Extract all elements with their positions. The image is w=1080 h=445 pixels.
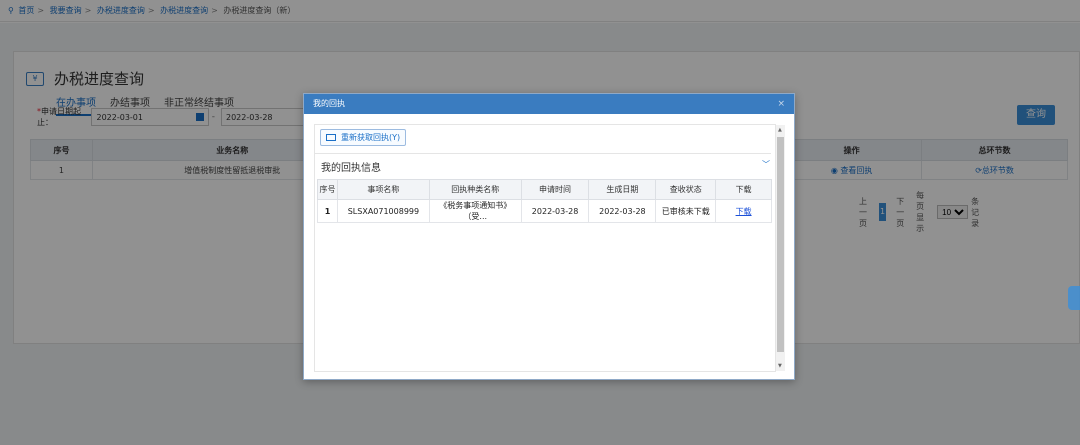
scroll-down-icon[interactable]: ▼ (778, 363, 782, 369)
table-row: 1 SLSXA071008999 《税务事项通知书》（受... 2022-03-… (317, 199, 772, 223)
close-icon[interactable]: × (777, 94, 785, 114)
scroll-thumb[interactable] (777, 137, 784, 352)
mail-icon (326, 134, 336, 141)
receipt-modal: 我的回执 × 重新获取回执(Y) 我的回执信息 ﹀ 序号 事项名称 回执种类名称… (303, 93, 795, 380)
modal-scrollbar[interactable]: ▲ ▼ (776, 125, 785, 371)
refresh-receipt-button[interactable]: 重新获取回执(Y) (320, 129, 407, 146)
receipt-table: 序号 事项名称 回执种类名称 申请时间 生成日期 查收状态 下载 1 SLSXA… (317, 179, 772, 223)
scroll-up-icon[interactable]: ▲ (778, 127, 782, 133)
chevron-down-icon[interactable]: ﹀ (762, 159, 770, 170)
modal-title: 我的回执 (313, 99, 345, 108)
section-title: 我的回执信息 (321, 163, 381, 174)
modal-header: 我的回执 × (304, 94, 794, 114)
download-link[interactable]: 下载 (736, 207, 752, 216)
side-float-tab[interactable] (1068, 286, 1080, 310)
modal-body: 重新获取回执(Y) 我的回执信息 ﹀ 序号 事项名称 回执种类名称 申请时间 生… (314, 124, 776, 372)
